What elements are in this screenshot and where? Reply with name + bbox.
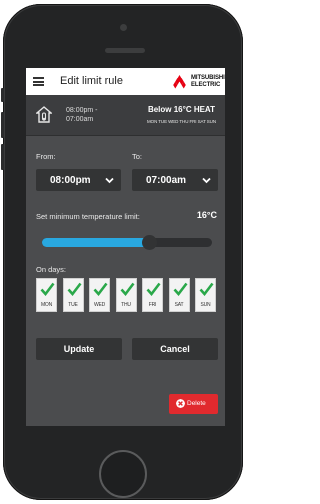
day-checkbox[interactable]: TUE [62,278,84,312]
temperature-slider[interactable] [42,235,212,250]
day-label: MON [40,302,53,308]
from-time-value: 08:00pm [50,175,91,186]
volume-button [1,144,4,170]
summary-end-time: 07:00am [66,116,94,123]
checkmark-icon [173,282,188,296]
day-label: WED [93,302,106,308]
day-label: FRI [148,302,157,308]
day-checkbox[interactable]: MON [36,278,57,312]
checkmark-icon [120,282,135,296]
house-thermostat-icon [36,106,52,123]
earpiece-speaker [105,48,145,53]
brand-line-1: MITSUBISHI [191,75,225,81]
summary-mode: Below 16°C HEAT [147,105,215,114]
rule-summary: 08:00pm - 07:00am Below 16°C HEAT MON TU… [26,95,225,136]
mitsubishi-electric-logo: MITSUBISHI ELECTRIC [171,74,225,90]
delete-label: Delete [187,400,206,407]
day-checkbox[interactable]: FRI [142,278,163,312]
day-checkbox[interactable]: SAT [168,278,190,312]
summary-days: MON TUE WED THU FRI SAT SUN [147,119,216,124]
app-screen: Edit limit rule MITSUBISHI ELECTRIC 08:0… [26,68,225,426]
days-selector: MON TUE WED THU FRI SAT SUN [36,278,216,312]
to-time-value: 07:00am [146,175,187,186]
update-button[interactable]: Update [36,338,122,360]
day-label: THU [121,302,131,308]
volume-button [1,112,4,138]
page-title: Edit limit rule [60,75,123,87]
day-label: SUN [200,302,211,308]
temperature-slider-thumb[interactable] [142,235,158,250]
menu-icon[interactable] [33,77,44,86]
to-time-select[interactable]: 07:00am [132,169,218,191]
home-button[interactable] [99,450,147,498]
checkmark-icon [93,282,108,296]
chevron-down-icon [105,177,114,184]
app-header: Edit limit rule MITSUBISHI ELECTRIC [26,68,225,95]
close-icon [176,399,185,408]
mitsubishi-diamonds-icon [173,75,186,89]
day-checkbox[interactable]: WED [89,278,110,312]
brand-line-2: ELECTRIC [191,81,221,88]
from-time-select[interactable]: 08:00pm [36,169,121,191]
volume-button [1,88,4,102]
delete-button[interactable]: Delete [169,394,218,414]
chevron-down-icon [202,177,211,184]
day-label: SAT [174,302,184,308]
cancel-button[interactable]: Cancel [132,338,218,360]
checkmark-icon [199,282,214,296]
temperature-slider-fill [42,238,150,247]
day-label: TUE [68,302,78,308]
checkmark-icon [67,282,82,296]
days-label: On days: [36,265,67,274]
to-label: To: [132,152,143,161]
from-label: From: [36,152,56,161]
front-camera [120,24,127,31]
temperature-value: 16°C [196,210,217,220]
temperature-label: Set minimum temperature limit: [36,212,140,221]
checkmark-icon [146,282,161,296]
summary-start-time: 08:00pm - [66,107,98,114]
checkmark-icon [40,282,55,296]
day-checkbox[interactable]: SUN [195,278,216,312]
day-checkbox[interactable]: THU [115,278,137,312]
